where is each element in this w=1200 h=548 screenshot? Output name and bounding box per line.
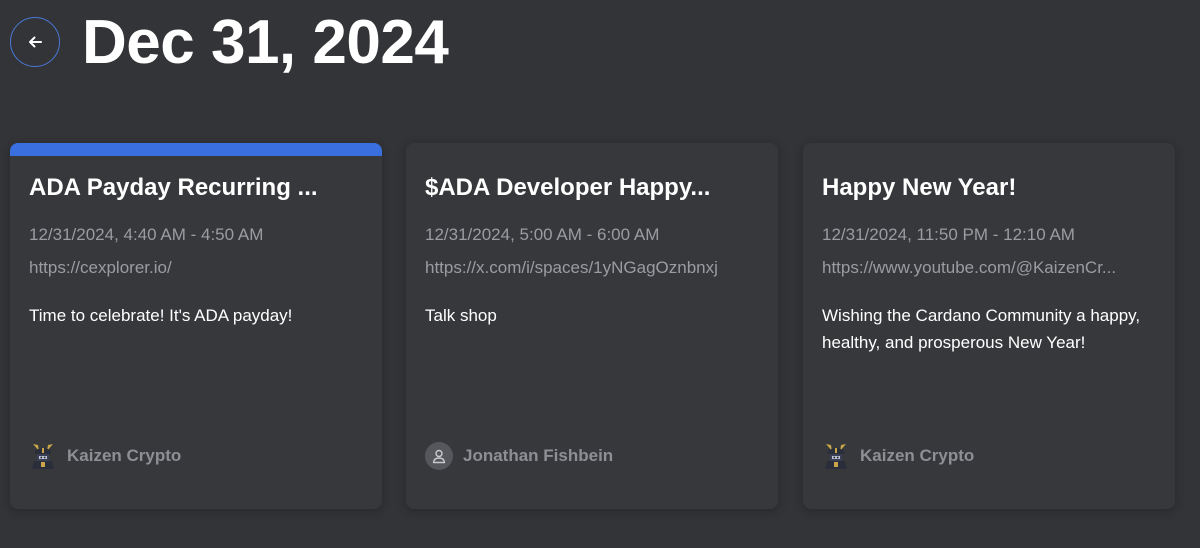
event-link[interactable]: https://www.youtube.com/@KaizenCr... — [822, 257, 1152, 279]
event-time: 12/31/2024, 4:40 AM - 4:50 AM — [29, 225, 264, 244]
arrow-left-icon — [29, 36, 42, 48]
user-icon — [425, 442, 453, 470]
author-name: Jonathan Fishbein — [463, 446, 614, 465]
event-card[interactable]: $ADA Developer Happy... 12/31/2024, 5:00… — [406, 143, 778, 509]
events-day-page: Dec 31, 2024 ADA Payday Recurring ... 12… — [0, 0, 1200, 548]
event-link[interactable]: https://cexplorer.io/ — [29, 257, 359, 279]
event-author[interactable]: Jonathan Fishbein — [425, 441, 613, 471]
event-author[interactable]: Kaizen Crypto — [822, 441, 974, 471]
event-description: Time to celebrate! It's ADA payday! — [29, 306, 293, 325]
back-button[interactable] — [10, 17, 60, 67]
event-author[interactable]: Kaizen Crypto — [29, 441, 181, 471]
event-time: 12/31/2024, 5:00 AM - 6:00 AM — [425, 225, 660, 244]
page-title: Dec 31, 2024 — [82, 8, 449, 77]
event-description: Talk shop — [425, 306, 497, 325]
event-title: Happy New Year! — [822, 174, 1017, 201]
author-name: Kaizen Crypto — [860, 446, 975, 465]
event-title: ADA Payday Recurring ... — [29, 174, 318, 201]
event-card[interactable]: Happy New Year! 12/31/2024, 11:50 PM - 1… — [803, 143, 1175, 509]
event-card[interactable]: ADA Payday Recurring ... 12/31/2024, 4:4… — [10, 143, 382, 509]
samurai-avatar-icon — [822, 442, 850, 470]
event-link[interactable]: https://x.com/i/spaces/1yNGagOznbnxj — [425, 257, 755, 279]
event-time: 12/31/2024, 11:50 PM - 12:10 AM — [822, 225, 1075, 244]
event-description: Wishing the Cardano Community a happy, h… — [822, 306, 1141, 352]
selected-accent-bar — [10, 143, 382, 156]
event-title: $ADA Developer Happy... — [425, 174, 711, 201]
samurai-avatar-icon — [29, 442, 57, 470]
author-name: Kaizen Crypto — [67, 446, 182, 465]
